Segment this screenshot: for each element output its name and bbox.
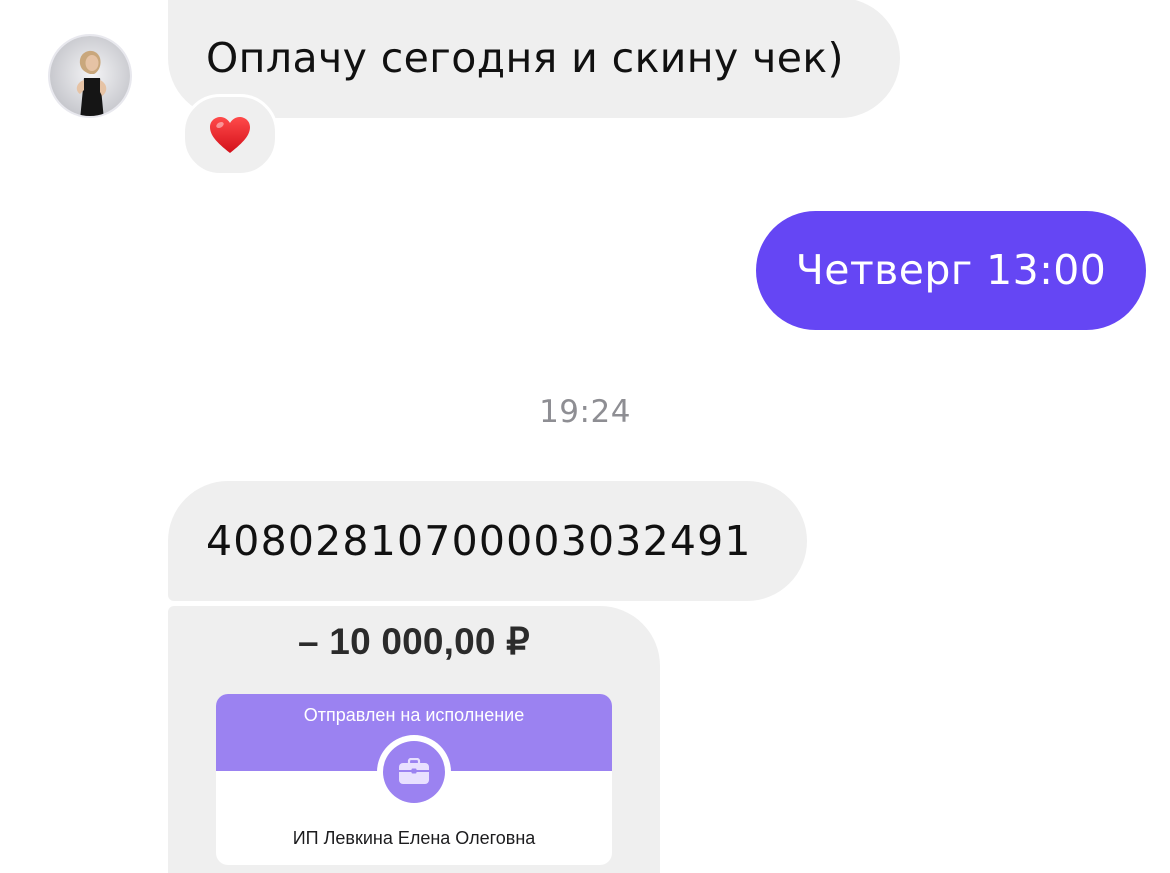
heart-icon <box>210 117 250 153</box>
receipt-attachment[interactable]: – 10 000,00 ₽ Отправлен на исполнение ИП… <box>168 606 660 873</box>
receipt-amount: – 10 000,00 ₽ <box>298 621 530 662</box>
contact-avatar[interactable] <box>48 34 132 118</box>
message-text: 40802810700003032491 <box>206 517 752 565</box>
message-text: Четверг 13:00 <box>795 246 1107 294</box>
receipt-card: Отправлен на исполнение ИП Левкина Елена… <box>216 694 612 865</box>
receipt-recipient: ИП Левкина Елена Олеговна <box>292 828 536 848</box>
avatar-image <box>50 36 130 116</box>
receipt-status: Отправлен на исполнение <box>303 705 525 725</box>
time-separator: 19:24 <box>539 394 631 430</box>
message-text: Оплачу сегодня и скину чек) <box>206 34 844 82</box>
incoming-message[interactable]: Оплачу сегодня и скину чек) <box>168 0 900 118</box>
receipt-icon-circle <box>383 741 445 803</box>
outgoing-message[interactable]: Четверг 13:00 <box>756 211 1146 330</box>
incoming-message[interactable]: 40802810700003032491 <box>168 481 807 601</box>
briefcase-icon <box>399 758 429 784</box>
receipt-icon-badge <box>377 735 451 809</box>
message-reaction[interactable] <box>182 94 278 176</box>
chat-screen: Оплачу сегодня и скину чек) Четверг 13:0… <box>0 0 1170 873</box>
